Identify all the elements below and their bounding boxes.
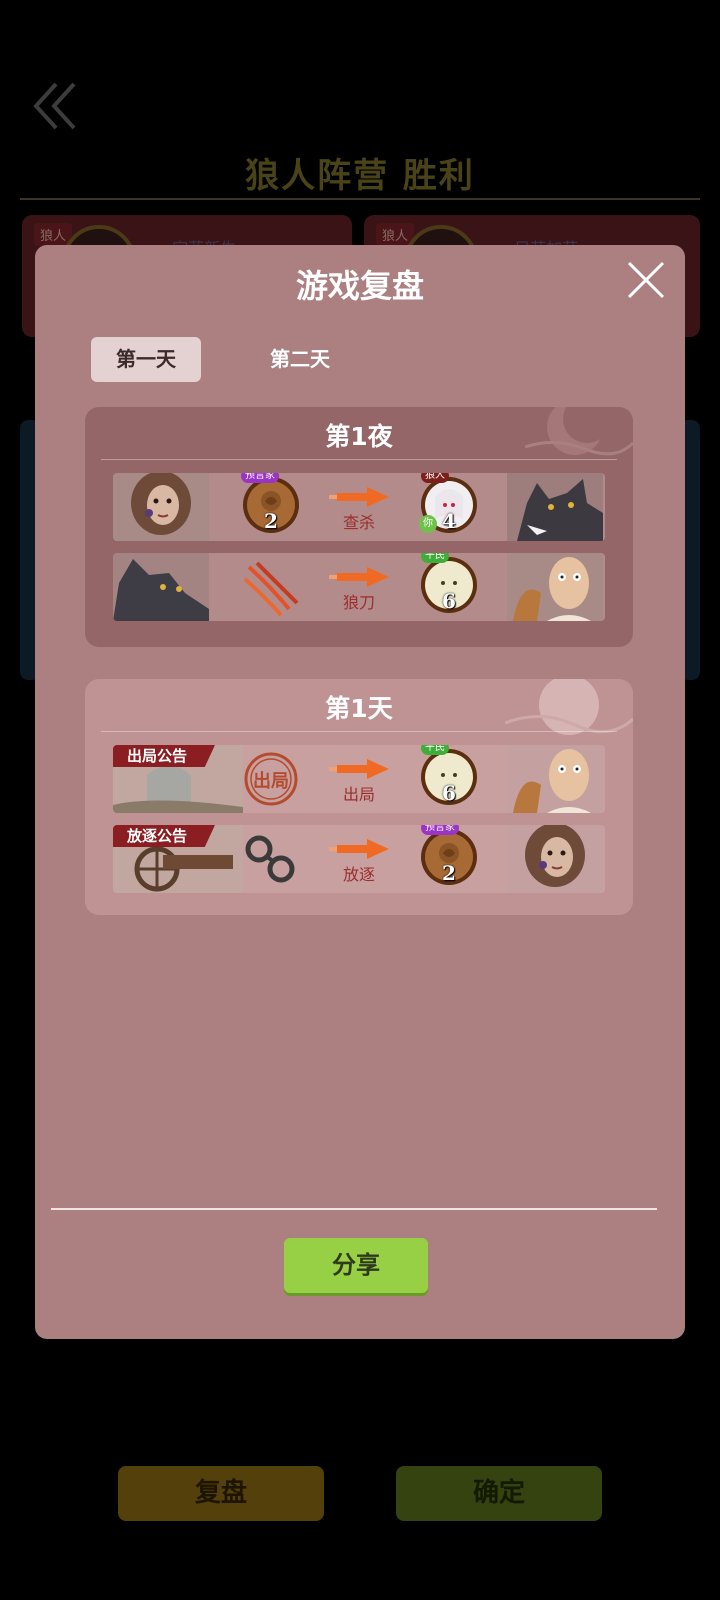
arrow-right-icon — [329, 567, 389, 587]
player-number: 2 — [264, 509, 278, 533]
seer-portrait — [113, 473, 209, 541]
game-review-dialog: 游戏复盘 第一天 第二天 第1夜 预言家 2 查杀 狼人 你 4 狼刀 平民 6… — [35, 245, 685, 1339]
event-row: 放逐公告 放逐 预言家 2 — [113, 825, 605, 893]
close-icon[interactable] — [623, 257, 669, 303]
werewolf-portrait — [507, 473, 603, 541]
player-number: 4 — [442, 509, 456, 533]
divider — [20, 198, 700, 200]
handcuffs-icon — [245, 835, 295, 883]
role-badge: 预言家 — [241, 473, 279, 483]
screen: 狼人阵营 胜利 狼人 ...宗菲新生 狼人 ...只芭加菇 复盘 确定 游戏复盘… — [0, 0, 720, 1600]
event-row: 预言家 2 查杀 狼人 你 4 — [113, 473, 605, 541]
dialog-title: 游戏复盘 — [295, 267, 424, 305]
announcement-banner: 出局公告 — [113, 745, 215, 767]
seer-portrait — [507, 825, 603, 893]
confirm-button[interactable]: 确定 — [396, 1466, 602, 1521]
player-number: 2 — [442, 861, 456, 885]
section-title: 第1夜 — [325, 422, 393, 451]
section-title: 第1天 — [325, 694, 393, 723]
villager-portrait — [507, 553, 603, 621]
review-button[interactable]: 复盘 — [118, 1466, 324, 1521]
action-label: 狼刀 — [342, 593, 375, 612]
event-row: 出局公告 出局 出局 平民 6 — [113, 745, 605, 813]
night-section: 第1夜 预言家 2 查杀 狼人 你 4 狼刀 平民 6 — [85, 407, 633, 647]
claw-mark-icon — [243, 561, 299, 617]
role-badge: 狼人 — [421, 473, 449, 483]
day-section: 第1天 出局公告 出局 出局 平民 6 放逐公告 放逐 预言家 2 — [85, 679, 633, 915]
werewolf-portrait — [113, 553, 209, 621]
action-label: 出局 — [342, 785, 375, 804]
role-badge: 预言家 — [421, 825, 459, 835]
tab-day-1[interactable]: 第一天 — [91, 337, 201, 382]
divider — [101, 731, 617, 732]
result-title: 狼人阵营 胜利 — [245, 156, 475, 196]
divider — [101, 459, 617, 460]
announcement-banner: 放逐公告 — [113, 825, 215, 847]
action-label: 查杀 — [342, 513, 375, 532]
back-chevron-icon[interactable] — [30, 78, 80, 134]
share-button[interactable]: 分享 — [284, 1238, 428, 1293]
divider — [51, 1208, 657, 1210]
role-badge: 平民 — [421, 745, 449, 755]
tab-day-2[interactable]: 第二天 — [245, 337, 355, 382]
arrow-right-icon — [329, 759, 389, 779]
event-row: 狼刀 平民 6 — [113, 553, 605, 621]
action-label: 放逐 — [342, 865, 375, 884]
villager-portrait — [507, 745, 603, 813]
out-stamp-label: 出局 — [253, 771, 289, 792]
player-number: 6 — [442, 781, 456, 805]
arrow-right-icon — [329, 487, 389, 507]
role-badge: 平民 — [421, 553, 449, 563]
arrow-right-icon — [329, 839, 389, 859]
player-number: 6 — [442, 589, 456, 613]
